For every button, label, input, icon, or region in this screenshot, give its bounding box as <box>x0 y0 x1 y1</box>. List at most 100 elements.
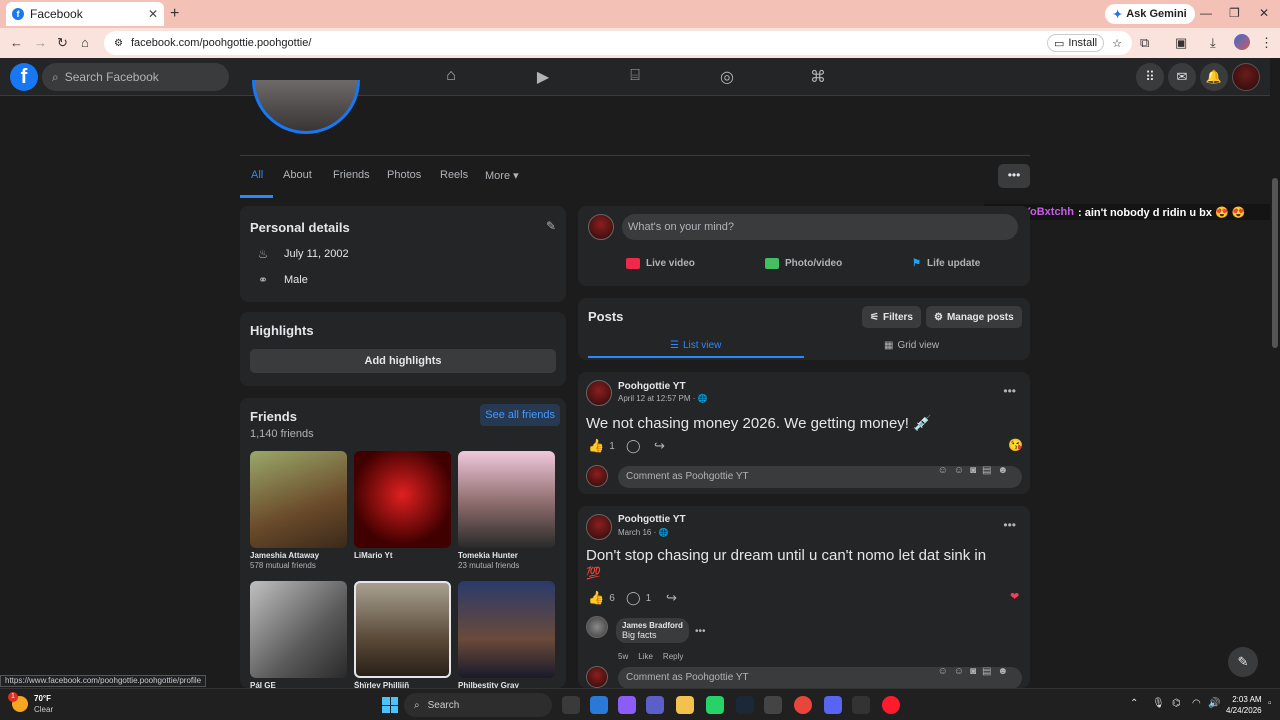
friend-name[interactable]: Jameshia Attaway <box>250 551 347 560</box>
filters-button[interactable]: ⚟ Filters <box>862 306 921 328</box>
ask-gemini-button[interactable]: ✦ Ask Gemini <box>1105 4 1195 24</box>
comment-reply-link[interactable]: Reply <box>663 652 683 661</box>
friend-photo[interactable] <box>250 451 347 548</box>
volume-icon[interactable]: 🔊 <box>1208 698 1220 709</box>
tab-all[interactable]: All <box>251 169 263 181</box>
gaming-nav-icon[interactable]: ⌘ <box>808 67 828 87</box>
video-nav-icon[interactable]: ▶ <box>533 67 553 87</box>
live-video-button[interactable]: Live video <box>626 258 695 269</box>
commenter-avatar[interactable] <box>586 616 608 638</box>
download-icon[interactable]: ⤓ <box>1210 35 1216 51</box>
post-author[interactable]: Poohgottie YT <box>618 381 686 392</box>
search-facebook-input[interactable]: ⌕ Search Facebook <box>42 63 229 91</box>
bookmark-star-icon[interactable]: ☆ <box>1112 37 1122 50</box>
scrollbar-thumb[interactable] <box>1272 178 1278 348</box>
url-text[interactable]: facebook.com/poohgottie.poohgottie/ <box>131 37 1039 49</box>
edit-pencil-icon[interactable]: ✎ <box>546 219 556 233</box>
install-app-button[interactable]: ▭ Install <box>1046 34 1105 52</box>
comment-button[interactable]: ◯ 1 <box>626 590 651 606</box>
list-view-tab[interactable]: ☰ List view <box>670 340 721 351</box>
new-message-edit-icon[interactable]: ✎ <box>1228 647 1258 677</box>
friend-tile[interactable]: Śhïrley Philliiñ <box>354 581 451 690</box>
messenger-icon[interactable]: ✉ <box>1168 63 1196 91</box>
friend-tile[interactable]: LiMario Yt <box>354 451 451 561</box>
friend-photo[interactable] <box>354 451 451 548</box>
reaction-icon[interactable]: 😘 <box>1008 438 1023 452</box>
omnibox[interactable]: ⚙ facebook.com/poohgottie.poohgottie/ ▭ … <box>104 31 1132 55</box>
tab-photos[interactable]: Photos <box>387 169 421 181</box>
back-arrow-icon[interactable]: ← <box>10 35 23 50</box>
like-button[interactable]: 👍 6 <box>588 590 615 606</box>
browser-tab-facebook[interactable]: f Facebook ✕ <box>6 2 164 26</box>
comment-tools-icons[interactable]: ☺☺◙▤☻ <box>938 666 1014 677</box>
profile-picture[interactable] <box>252 80 360 134</box>
comment-options-icon[interactable]: ••• <box>695 626 706 637</box>
tab-more[interactable]: More ▾ <box>485 169 519 182</box>
friend-photo[interactable] <box>250 581 347 678</box>
post-options-icon[interactable]: ••• <box>1003 384 1016 398</box>
file-explorer-icon[interactable] <box>676 696 694 714</box>
home-icon[interactable]: ⌂ <box>81 35 89 50</box>
taskbar-search-box[interactable]: ⌕ Search <box>404 693 552 717</box>
whatsapp-app-icon[interactable] <box>706 696 724 714</box>
photo-video-button[interactable]: Photo/video <box>765 258 842 269</box>
friend-tile[interactable]: Jameshia Attaway 578 mutual friends <box>250 451 347 570</box>
grid-view-tab[interactable]: ▦ Grid view <box>884 340 939 351</box>
life-update-button[interactable]: ⚑ Life update <box>912 258 980 269</box>
menu-grid-icon[interactable]: ⠿ <box>1136 63 1164 91</box>
composer-avatar[interactable] <box>588 214 614 240</box>
notifications-bell-icon[interactable]: 🔔 <box>1200 63 1228 91</box>
post-author-avatar[interactable] <box>586 514 612 540</box>
comment-author[interactable]: James Bradford <box>622 621 683 630</box>
chrome-app-icon[interactable] <box>794 696 812 714</box>
tray-chevron-icon[interactable]: ⌃ <box>1130 698 1138 709</box>
chrome-menu-icon[interactable]: ⋮ <box>1260 35 1273 51</box>
tab-reels[interactable]: Reels <box>440 169 468 181</box>
like-button[interactable]: 👍 1 <box>588 438 615 454</box>
home-nav-icon[interactable]: ⌂ <box>441 67 461 87</box>
opera-app-icon[interactable] <box>882 696 900 714</box>
friend-photo[interactable] <box>354 581 451 678</box>
browser-profile-avatar[interactable] <box>1234 34 1250 50</box>
post-author[interactable]: Poohgottie YT <box>618 514 686 525</box>
comment-icon[interactable]: ◯ <box>626 438 641 454</box>
forward-arrow-icon[interactable]: → <box>34 35 47 50</box>
reload-icon[interactable]: ↻ <box>57 35 68 51</box>
friend-photo[interactable] <box>458 451 555 548</box>
app-icon[interactable] <box>764 696 782 714</box>
new-tab-button[interactable]: + <box>170 5 179 23</box>
share-icon[interactable]: ↪ <box>666 590 677 606</box>
discord-app-icon[interactable] <box>824 696 842 714</box>
teams-app-icon[interactable] <box>646 696 664 714</box>
post-options-icon[interactable]: ••• <box>1003 518 1016 532</box>
minimize-icon[interactable]: — <box>1200 6 1212 20</box>
friend-photo[interactable] <box>458 581 555 678</box>
notification-center-icon[interactable]: ▫ <box>1268 698 1272 709</box>
facebook-logo-icon[interactable]: f <box>10 63 38 91</box>
task-view-icon[interactable] <box>562 696 580 714</box>
copilot-app-icon[interactable] <box>618 696 636 714</box>
comment-time[interactable]: 5w <box>618 652 628 661</box>
friend-tile[interactable]: Tomekia Hunter 23 mutual friends <box>458 451 555 570</box>
see-all-friends-link[interactable]: See all friends <box>480 404 560 426</box>
restore-icon[interactable]: ❐ <box>1229 6 1240 20</box>
friend-name[interactable]: LiMario Yt <box>354 551 451 560</box>
app-icon[interactable] <box>852 696 870 714</box>
tab-about[interactable]: About <box>283 169 312 181</box>
share-icon[interactable]: ↪ <box>654 438 665 454</box>
close-window-icon[interactable]: ✕ <box>1259 6 1269 20</box>
whats-on-your-mind-input[interactable]: What's on your mind? <box>622 214 1018 240</box>
manage-posts-button[interactable]: ⚙ Manage posts <box>926 306 1022 328</box>
marketplace-nav-icon[interactable]: ⌸ <box>625 67 645 87</box>
cast-icon[interactable]: ▣ <box>1175 35 1187 51</box>
account-avatar[interactable] <box>1232 63 1260 91</box>
close-tab-icon[interactable]: ✕ <box>148 7 158 21</box>
friend-tile[interactable]: Philbestity Gray <box>458 581 555 690</box>
add-highlights-button[interactable]: Add highlights <box>250 349 556 373</box>
wifi-icon[interactable]: ◠ <box>1192 698 1201 709</box>
weather-widget[interactable]: 1 70°F Clear <box>8 692 53 715</box>
page-scrollbar[interactable] <box>1270 58 1280 688</box>
profile-options-button[interactable]: ••• <box>998 164 1030 188</box>
site-info-icon[interactable]: ⚙ <box>114 38 123 49</box>
comment-like-link[interactable]: Like <box>638 652 653 661</box>
